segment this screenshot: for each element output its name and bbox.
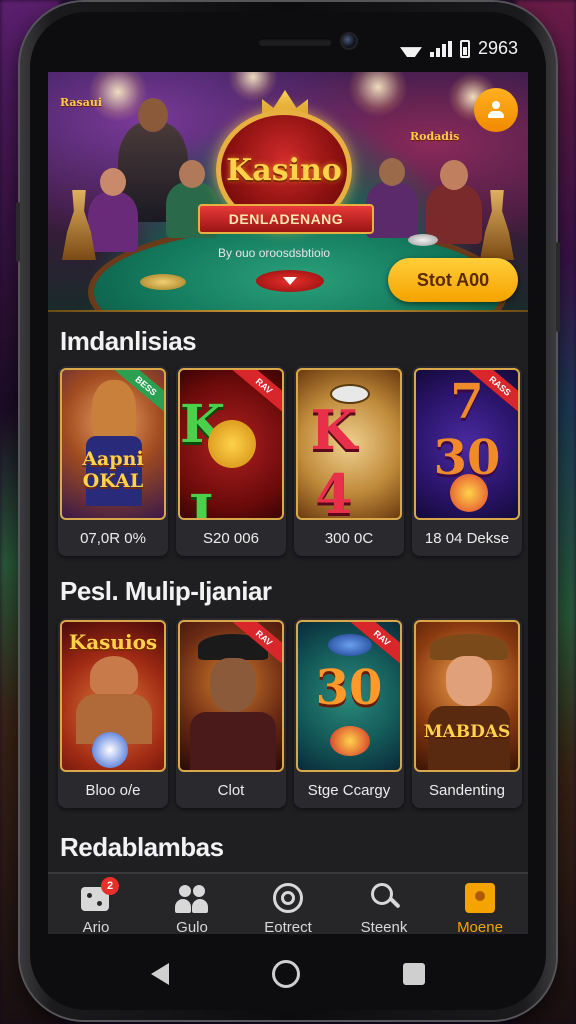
- game-thumbnail: Aapni OKAL BESS: [60, 368, 166, 520]
- game-card[interactable]: RAV Clot: [176, 618, 286, 808]
- notification-badge: 2: [101, 876, 119, 895]
- status-clock: 2963: [477, 38, 518, 58]
- game-label: S20 006: [203, 529, 259, 547]
- chip-icon: [92, 732, 128, 768]
- wifi-icon: [400, 41, 422, 57]
- status-icons: 2963: [400, 38, 518, 59]
- chip-icon: [271, 882, 305, 913]
- user-icon: [487, 101, 505, 119]
- profile-card-icon: [463, 882, 497, 913]
- player-figure: [88, 168, 138, 252]
- player-figure: [426, 160, 482, 244]
- nav-label: Gulo: [176, 918, 208, 935]
- game-thumbnail: K 4: [296, 368, 402, 520]
- game-thumbnail: 7 30 RASS: [414, 368, 520, 520]
- coin-icon: [330, 726, 370, 756]
- stage-light: [228, 72, 278, 102]
- group-icon: [175, 883, 209, 913]
- game-label: Clot: [217, 781, 245, 799]
- game-row: Kasuios Bloo o/e RAV Clot 30 RAV Stge Cc…: [58, 618, 522, 808]
- game-card[interactable]: K J RAV S20 006: [176, 366, 286, 556]
- chip-icon: [328, 634, 372, 656]
- section-title: Pesl. Mulip-Ijaniar: [60, 576, 272, 606]
- logo-title: Kasino: [226, 152, 342, 188]
- game-label: Bloo o/e: [85, 781, 141, 799]
- game-thumbnail: K J RAV: [178, 368, 284, 520]
- game-art-title: Aapni OKAL: [82, 448, 144, 492]
- nav-label: Eotrect: [264, 918, 312, 935]
- bottom-nav: 2 Ario Gulo Eotrect Steenk Moene: [48, 872, 528, 934]
- volume-button[interactable]: [16, 202, 20, 262]
- app-screen: Rasaui Rodadis Kasino DENLADENANG By ouo…: [48, 72, 528, 934]
- start-button[interactable]: Stot A00: [388, 258, 518, 302]
- nav-label: Ario: [82, 918, 110, 935]
- banner-caption: By ouo oroosdsbtioio: [218, 246, 331, 260]
- nav-item-gulo[interactable]: Gulo: [144, 874, 240, 934]
- chip-stack: [408, 234, 438, 246]
- game-label: 300 0C: [324, 529, 374, 547]
- game-thumbnail: RAV: [178, 620, 284, 772]
- coin-icon: [208, 420, 256, 468]
- game-card[interactable]: K 4 300 0C: [294, 366, 404, 556]
- system-nav-bar: [30, 944, 546, 1004]
- nav-label: Steenk: [360, 918, 408, 935]
- banner-badge-left: Rasaui: [60, 96, 103, 109]
- game-art-title: 30: [315, 660, 383, 716]
- nav-item-eotrect[interactable]: Eotrect: [240, 874, 336, 934]
- stage-light: [348, 72, 408, 117]
- logo-ribbon: DENLADENANG: [198, 204, 374, 234]
- game-card[interactable]: MABDAS Sandenting: [412, 618, 522, 808]
- game-card[interactable]: 30 RAV Stge Ccargy: [294, 618, 404, 808]
- battery-icon: [459, 39, 470, 58]
- home-icon[interactable]: [271, 960, 300, 988]
- nav-label: Moene: [457, 918, 503, 935]
- game-art-title: Kasuios: [68, 630, 158, 654]
- phone-display: 2963 Rasaui Rodadis Kasino DENLADENANG B…: [30, 12, 546, 1010]
- earpiece-speaker: [258, 38, 332, 46]
- game-card[interactable]: Kasuios Bloo o/e: [58, 618, 168, 808]
- banner-divider: [48, 310, 528, 312]
- coin-icon: [450, 474, 488, 512]
- nav-item-steenk[interactable]: Steenk: [336, 874, 432, 934]
- play-chip-icon: [256, 270, 324, 292]
- nav-item-moene[interactable]: Moene: [432, 874, 528, 934]
- game-art-title: MABDAS: [423, 722, 511, 742]
- search-icon: [367, 882, 401, 913]
- game-label: 18 04 Dekse: [424, 529, 510, 547]
- game-label: Stge Ccargy: [307, 781, 391, 799]
- game-card[interactable]: 7 30 RASS 18 04 Dekse: [412, 366, 522, 556]
- nav-item-ario[interactable]: 2 Ario: [48, 874, 144, 934]
- status-bar: 2963: [30, 12, 546, 72]
- section-title: Redablambas: [60, 832, 224, 862]
- game-thumbnail: Kasuios: [60, 620, 166, 772]
- banner-badge-right: Rodadis: [410, 130, 460, 143]
- phone-frame: 2963 Rasaui Rodadis Kasino DENLADENANG B…: [16, 2, 560, 1020]
- game-label: 07,0R 0%: [80, 529, 146, 547]
- game-thumbnail: MABDAS: [414, 620, 520, 772]
- back-icon[interactable]: [151, 963, 170, 985]
- game-label: Sandenting: [429, 781, 505, 799]
- game-art-title: K 4: [310, 398, 388, 520]
- game-row: Aapni OKAL BESS 07,0R 0% K J RAV S20 006: [58, 366, 522, 556]
- trophy-decoration: [480, 190, 514, 260]
- game-thumbnail: 30 RAV: [296, 620, 402, 772]
- dice-icon: 2: [79, 876, 119, 913]
- hero-banner[interactable]: Rasaui Rodadis Kasino DENLADENANG By ouo…: [48, 72, 528, 310]
- game-card[interactable]: Aapni OKAL BESS 07,0R 0%: [58, 366, 168, 556]
- chip-stack: [140, 274, 186, 290]
- power-button[interactable]: [556, 242, 560, 332]
- signal-icon: [429, 40, 452, 57]
- profile-button[interactable]: [474, 88, 518, 132]
- front-camera: [340, 32, 358, 50]
- section-title: Imdanlisias: [60, 326, 197, 356]
- recent-apps-icon[interactable]: [402, 963, 425, 985]
